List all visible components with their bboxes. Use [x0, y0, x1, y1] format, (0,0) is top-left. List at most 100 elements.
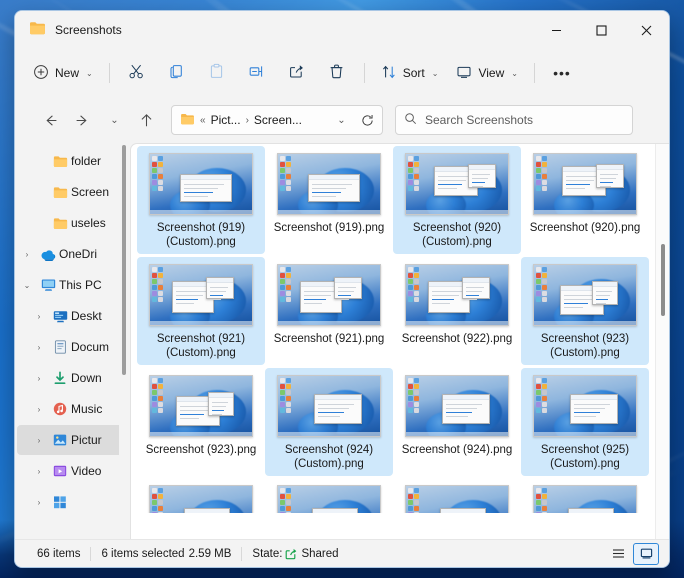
- cut-button[interactable]: [118, 57, 156, 89]
- more-options-button[interactable]: •••: [543, 57, 581, 89]
- content-scrollbar-thumb[interactable]: [661, 244, 665, 316]
- sidebar-item-folder[interactable]: folder: [17, 146, 130, 176]
- file-tile[interactable]: Screenshot (922).png: [393, 257, 521, 365]
- chevron-right-icon[interactable]: ›: [29, 436, 49, 445]
- up-button[interactable]: [131, 105, 161, 135]
- sidebar-item-music[interactable]: › Music: [17, 394, 130, 424]
- file-tile[interactable]: Screenshot (921) (Custom).png: [137, 257, 265, 365]
- delete-button[interactable]: [318, 57, 356, 89]
- file-grid: Screenshot (919) (Custom).png Screenshot …: [131, 144, 655, 539]
- sidebar-item-onedri[interactable]: › OneDri: [17, 239, 130, 269]
- file-thumbnail: [405, 485, 509, 513]
- file-thumbnail: [277, 263, 381, 327]
- file-tile[interactable]: [393, 479, 521, 513]
- address-dropdown-button[interactable]: ⌄: [328, 107, 354, 133]
- recent-locations-button[interactable]: ⌄: [99, 105, 129, 135]
- folder-icon: [49, 217, 71, 230]
- selection-size-label: 2.59 MB: [188, 547, 232, 560]
- folder-icon: [180, 113, 195, 128]
- sidebar-item-label: Screen: [71, 185, 110, 199]
- content-scrollbar[interactable]: [655, 144, 669, 539]
- file-tile[interactable]: Screenshot (919).png: [265, 146, 393, 254]
- new-button[interactable]: New ⌄: [25, 57, 101, 89]
- file-thumbnail: [149, 485, 253, 513]
- sidebar-item-useles[interactable]: useles: [17, 208, 130, 238]
- file-thumbnail: [533, 485, 637, 513]
- sidebar-item-pictur[interactable]: › Pictur: [17, 425, 130, 455]
- file-explorer-window: Screenshots New ⌄ Sort ⌄ View ⌄ ••• ⌄ « …: [14, 10, 670, 568]
- file-tile[interactable]: [265, 479, 393, 513]
- file-tile[interactable]: Screenshot (923) (Custom).png: [521, 257, 649, 365]
- chevron-right-icon[interactable]: ›: [29, 405, 49, 414]
- file-name-label: Screenshot (922).png: [401, 333, 513, 345]
- file-tile[interactable]: [521, 479, 649, 513]
- chevron-right-icon[interactable]: ›: [29, 467, 49, 476]
- chevron-right-icon[interactable]: ›: [29, 498, 49, 507]
- view-button[interactable]: View ⌄: [448, 57, 526, 89]
- chevron-right-icon[interactable]: ›: [29, 374, 49, 383]
- refresh-button[interactable]: [354, 107, 380, 133]
- sidebar-item-video[interactable]: › Video: [17, 456, 130, 486]
- paste-icon: [208, 63, 225, 83]
- file-tile[interactable]: Screenshot (924) (Custom).png: [265, 368, 393, 476]
- breadcrumb-screenshots[interactable]: Screen...: [254, 113, 302, 127]
- file-list-view[interactable]: Screenshot (919) (Custom).png Screenshot …: [130, 143, 669, 539]
- address-breadcrumb-bar[interactable]: « Pict... › Screen... ⌄: [171, 105, 383, 135]
- chevron-right-icon[interactable]: ›: [29, 312, 49, 321]
- file-tile[interactable]: [137, 479, 265, 513]
- chevron-down-icon[interactable]: ⌄: [17, 281, 37, 290]
- shared-arrow-icon: [284, 547, 298, 561]
- monitor-icon: [456, 64, 472, 83]
- sidebar-item-screen[interactable]: Screen: [17, 177, 130, 207]
- file-tile[interactable]: Screenshot (920).png: [521, 146, 649, 254]
- sidebar-item-label: Deskt: [71, 309, 102, 323]
- breadcrumb-separator-icon: ›: [245, 114, 249, 126]
- rename-button[interactable]: [238, 57, 276, 89]
- breadcrumb-overflow-icon[interactable]: «: [200, 115, 206, 126]
- maximize-button[interactable]: [579, 11, 624, 49]
- breadcrumb-pictures[interactable]: Pict...: [211, 113, 241, 127]
- share-button[interactable]: [278, 57, 316, 89]
- sidebar-item-deskt[interactable]: › Deskt: [17, 301, 130, 331]
- file-tile[interactable]: Screenshot (924).png: [393, 368, 521, 476]
- forward-button[interactable]: [67, 105, 97, 135]
- folder-icon: [29, 21, 46, 40]
- chevron-right-icon[interactable]: ›: [29, 343, 49, 352]
- file-thumbnail-image: [405, 264, 509, 326]
- file-name-label: Screenshot (920) (Custom).png: [412, 222, 502, 248]
- chevron-down-icon: ⌄: [337, 114, 346, 126]
- copy-button[interactable]: [158, 57, 196, 89]
- search-box[interactable]: Search Screenshots: [395, 105, 633, 135]
- navigation-scrollbar-thumb[interactable]: [122, 145, 126, 375]
- sidebar-item-docum[interactable]: › Docum: [17, 332, 130, 362]
- large-icons-view-button[interactable]: [633, 542, 659, 565]
- sidebar-item-label: Down: [71, 371, 102, 385]
- back-button[interactable]: [35, 105, 65, 135]
- file-tile[interactable]: Screenshot (925) (Custom).png: [521, 368, 649, 476]
- chevron-right-icon[interactable]: ›: [17, 250, 37, 259]
- sidebar-item-label: useles: [71, 216, 106, 230]
- file-thumbnail-image: [405, 153, 509, 215]
- address-bar-right: ⌄: [328, 107, 380, 133]
- sidebar-item-down[interactable]: › Down: [17, 363, 130, 393]
- sort-button[interactable]: Sort ⌄: [373, 57, 447, 89]
- file-thumbnail-image: [277, 375, 381, 437]
- sidebar-item-drive[interactable]: ›: [17, 487, 130, 517]
- chevron-down-icon: ⌄: [110, 114, 119, 126]
- minimize-button[interactable]: [534, 11, 579, 49]
- paste-button[interactable]: [198, 57, 236, 89]
- details-view-button[interactable]: [605, 543, 631, 565]
- close-button[interactable]: [624, 11, 669, 49]
- new-button-label: New: [55, 66, 80, 80]
- file-tile[interactable]: Screenshot (923).png: [137, 368, 265, 476]
- sidebar-item-label: Docum: [71, 340, 110, 354]
- file-name-label: Screenshot (921) (Custom).png: [156, 333, 246, 359]
- file-tile[interactable]: Screenshot (919) (Custom).png: [137, 146, 265, 254]
- file-tile[interactable]: Screenshot (920) (Custom).png: [393, 146, 521, 254]
- sidebar-item-this-pc[interactable]: ⌄ This PC: [17, 270, 130, 300]
- search-input[interactable]: Search Screenshots: [425, 113, 533, 127]
- toolbar-divider: [108, 63, 110, 83]
- file-name-label: Screenshot (924) (Custom).png: [284, 444, 374, 470]
- navigation-scrollbar[interactable]: [119, 143, 130, 539]
- file-tile[interactable]: Screenshot (921).png: [265, 257, 393, 365]
